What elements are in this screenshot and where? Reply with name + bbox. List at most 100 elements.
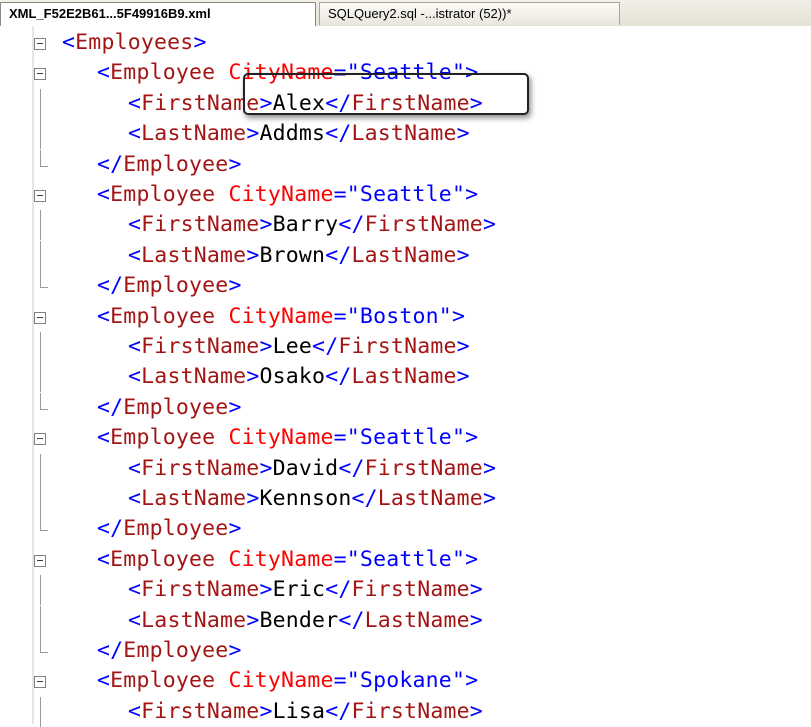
fold-guide-end	[40, 530, 48, 532]
attribute-name: CityName	[228, 182, 334, 207]
fold-guide	[40, 605, 41, 636]
fold-guide-end	[40, 652, 48, 653]
code-line: <Employee CityName="Seattle">	[0, 545, 811, 575]
first-name-tag: FirstName	[364, 455, 483, 481]
first-name-tag: FirstName	[364, 212, 483, 238]
code-line: <FirstName>Eric</FirstName>	[0, 575, 811, 606]
element-tag: Employee	[123, 394, 229, 420]
root-tag: Employees	[75, 30, 194, 55]
code-line: </Employee>	[0, 392, 811, 423]
fold-guide	[40, 88, 41, 119]
first-name-tag: FirstName	[351, 698, 470, 724]
code-line: <FirstName>Barry</FirstName>	[0, 210, 811, 241]
fold-guide-end	[40, 165, 48, 167]
tab-sql-query[interactable]: SQLQuery2.sql -...istrator (52))*	[319, 2, 620, 25]
fold-guide	[40, 149, 41, 166]
element-tag: Employee	[123, 516, 229, 542]
fold-guide	[40, 362, 41, 393]
code-line: <Employee CityName="Seattle">	[0, 423, 811, 453]
code-line: <Employee CityName="Boston">	[0, 302, 811, 332]
code-line: <LastName>Kennson</LastName>	[0, 484, 811, 514]
last-name-value: Addms	[259, 121, 326, 147]
last-name-tag: LastName	[141, 607, 247, 633]
collapse-icon[interactable]	[34, 676, 46, 689]
attribute-name: CityName	[228, 425, 334, 451]
collapse-icon[interactable]	[34, 190, 46, 202]
last-name-value: Brown	[259, 242, 326, 268]
element-tag: Employee	[110, 303, 216, 329]
element-tag: Employee	[110, 425, 216, 451]
code-line: </Employee>	[0, 636, 811, 666]
fold-guide-end	[40, 408, 48, 410]
fold-guide	[40, 119, 41, 150]
first-name-value: Eric	[272, 577, 326, 603]
fold-guide	[40, 271, 41, 288]
fold-guide	[40, 332, 41, 362]
fold-guide	[40, 240, 41, 271]
first-name-tag: FirstName	[141, 455, 260, 481]
first-name-tag: FirstName	[141, 577, 260, 603]
last-name-value: Kennson	[259, 486, 352, 511]
first-name-tag: FirstName	[338, 334, 457, 359]
collapse-icon[interactable]	[34, 311, 46, 324]
attribute-name: CityName	[228, 546, 334, 572]
first-name-value: David	[272, 455, 339, 481]
last-name-value: Osako	[259, 364, 326, 390]
code-line: <LastName>Bender</LastName>	[0, 605, 811, 636]
attribute-highlight-callout	[243, 73, 529, 115]
last-name-tag: LastName	[141, 242, 247, 268]
element-tag: Employee	[110, 182, 216, 207]
last-name-tag: LastName	[141, 486, 247, 511]
fold-guide	[40, 392, 41, 409]
last-name-tag: LastName	[351, 364, 457, 390]
code-line: <Employee CityName="Spokane">	[0, 666, 811, 696]
fold-guide	[40, 514, 41, 531]
fold-guide	[40, 575, 41, 606]
first-name-value: Barry	[272, 212, 339, 238]
fold-guide	[40, 453, 41, 484]
code-line: <Employees>	[0, 28, 811, 58]
attribute-value: Boston	[359, 303, 439, 329]
last-name-tag: LastName	[377, 486, 483, 511]
code-line: </Employee>	[0, 271, 811, 301]
fold-guide	[40, 210, 41, 241]
code-line: <LastName>Brown</LastName>	[0, 240, 811, 271]
first-name-value: Lee	[272, 334, 313, 359]
attribute-value: Spokane	[359, 668, 452, 694]
element-tag: Employee	[110, 60, 216, 86]
first-name-tag: FirstName	[351, 577, 470, 603]
last-name-tag: LastName	[141, 121, 247, 147]
xml-editor[interactable]: <Employees> <Employee CityName="Seattle">…	[0, 26, 811, 727]
element-tag: Employee	[110, 546, 216, 572]
last-name-tag: LastName	[141, 364, 247, 390]
fold-guide-end	[40, 287, 48, 289]
code-line: <Employee CityName="Seattle">	[0, 180, 811, 210]
attribute-name: CityName	[228, 303, 334, 329]
collapse-icon[interactable]	[34, 68, 46, 81]
last-name-tag: LastName	[351, 242, 457, 268]
last-name-value: Bender	[259, 607, 339, 633]
first-name-tag: FirstName	[141, 334, 260, 359]
fold-guide	[40, 696, 41, 727]
code-line: <LastName>Addms</LastName>	[0, 119, 811, 150]
collapse-icon[interactable]	[34, 38, 46, 50]
collapse-icon[interactable]	[34, 554, 46, 567]
fold-guide	[40, 636, 41, 652]
document-tab-strip: XML_F52E2B61...5F49916B9.xml SQLQuery2.s…	[0, 0, 811, 27]
element-tag: Employee	[123, 151, 229, 177]
code-line: <LastName>Osako</LastName>	[0, 362, 811, 393]
element-tag: Employee	[123, 273, 229, 299]
code-line: </Employee>	[0, 149, 811, 180]
element-tag: Employee	[123, 638, 229, 663]
code-line: <FirstName>Lee</FirstName>	[0, 332, 811, 362]
first-name-tag: FirstName	[141, 212, 260, 238]
attribute-value: Seattle	[359, 182, 452, 207]
tab-xml-results[interactable]: XML_F52E2B61...5F49916B9.xml	[0, 2, 316, 27]
fold-guide	[40, 484, 41, 514]
first-name-tag: FirstName	[141, 698, 260, 724]
code-line: </Employee>	[0, 514, 811, 544]
last-name-tag: LastName	[364, 607, 470, 633]
attribute-value: Seattle	[359, 546, 452, 572]
code-line: <FirstName>David</FirstName>	[0, 453, 811, 484]
collapse-icon[interactable]	[34, 433, 46, 446]
